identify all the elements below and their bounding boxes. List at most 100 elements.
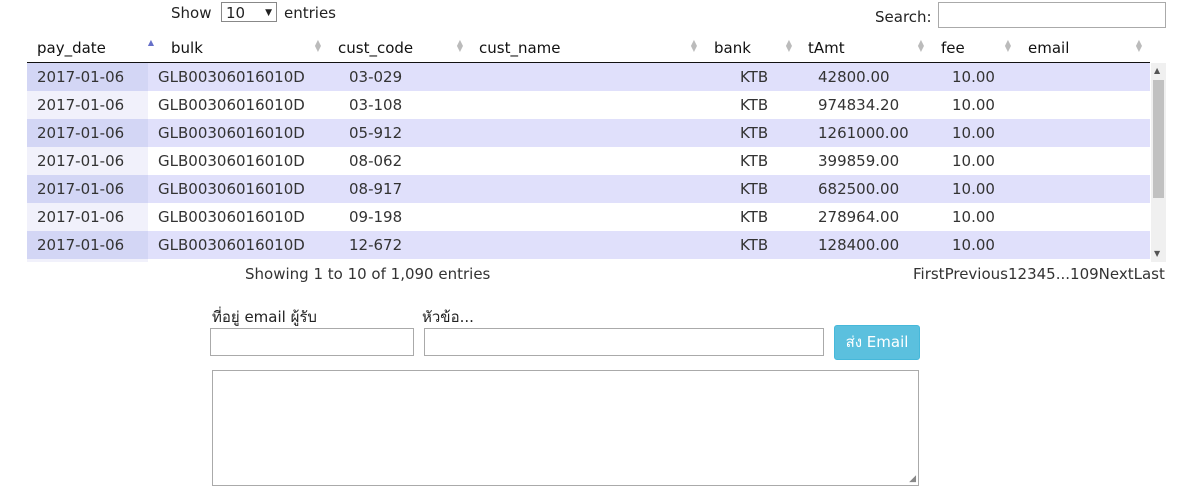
table-row[interactable]: 2017-01-06 GLB00306016010D 03-108 KTB 97… xyxy=(27,91,1150,119)
show-label: Show xyxy=(171,4,212,22)
cell-bank: KTB xyxy=(740,68,769,86)
subject-label: หัวข้อ... xyxy=(422,308,474,326)
recipient-email-input[interactable] xyxy=(210,328,414,356)
cell-tamt: 1261000.00 xyxy=(818,124,909,142)
entries-label: entries xyxy=(284,4,336,22)
cell-bank: KTB xyxy=(740,152,769,170)
cell-pay-date: 2017-01-06 xyxy=(37,236,125,254)
cell-cust-code: 08-917 xyxy=(349,180,403,198)
cell-tamt: 42800.00 xyxy=(818,68,890,86)
pager-page-109[interactable]: 109 xyxy=(1070,265,1099,283)
sort-both-icon[interactable]: ▲ ▼ xyxy=(785,39,793,53)
cell-tamt: 278964.00 xyxy=(818,208,900,226)
recipient-email-label: ที่อยู่ email ผู้รับ xyxy=(212,308,317,326)
sort-both-icon[interactable]: ▲ ▼ xyxy=(314,39,322,53)
cell-bulk: GLB00306016010D xyxy=(158,236,305,254)
scrollbar-thumb[interactable] xyxy=(1153,80,1164,198)
sort-both-icon[interactable]: ▲ ▼ xyxy=(1004,39,1012,53)
entries-per-page-value: 10 xyxy=(226,4,246,22)
pager-first[interactable]: First xyxy=(913,265,945,283)
sort-both-icon[interactable]: ▲ ▼ xyxy=(456,39,464,53)
cell-cust-code: 12-672 xyxy=(349,236,403,254)
cell-bulk: GLB00306016010D xyxy=(158,124,305,142)
column-header-bank[interactable]: bank xyxy=(714,39,751,57)
column-header-cust-name[interactable]: cust_name xyxy=(479,39,561,57)
table-row[interactable]: 2017-01-06 GLB00306016010D 08-062 KTB 39… xyxy=(27,147,1150,175)
scroll-up-icon[interactable]: ▲ xyxy=(1154,66,1160,75)
table-body: 2017-01-06 GLB00306016010D 03-029 KTB 42… xyxy=(27,63,1150,262)
column-header-bulk[interactable]: bulk xyxy=(171,39,203,57)
pager-page-5[interactable]: 5 xyxy=(1046,265,1056,283)
pager-page-1[interactable]: 1 xyxy=(1008,265,1018,283)
pagination: First Previous 1 2 3 4 5 ... 109 Next La… xyxy=(913,265,1165,283)
chevron-down-icon: ▼ xyxy=(265,8,272,18)
column-header-pay-date[interactable]: pay_date xyxy=(37,39,106,57)
cell-pay-date: 2017-01-06 xyxy=(37,180,125,198)
resize-handle-icon[interactable]: ◢ xyxy=(909,474,916,484)
search-input[interactable] xyxy=(938,2,1166,28)
table-row[interactable]: 2017-01-06 GLB00306016010D 12-672 KTB 12… xyxy=(27,231,1150,259)
table-info: Showing 1 to 10 of 1,090 entries xyxy=(245,265,491,283)
cell-cust-code: 03-029 xyxy=(349,68,403,86)
cell-bank: KTB xyxy=(740,236,769,254)
cell-bulk: GLB00306016010D xyxy=(158,152,305,170)
email-body-textarea[interactable]: ◢ xyxy=(212,370,919,486)
pager-page-2[interactable]: 2 xyxy=(1018,265,1028,283)
pager-last[interactable]: Last xyxy=(1134,265,1165,283)
cell-bulk: GLB00306016010D xyxy=(158,180,305,198)
cell-bulk: GLB00306016010D xyxy=(158,68,305,86)
cell-pay-date: 2017-01-06 xyxy=(37,96,125,114)
column-header-fee[interactable]: fee xyxy=(941,39,965,57)
subject-input[interactable] xyxy=(424,328,824,356)
send-email-button[interactable]: ส่ง Email xyxy=(834,325,920,360)
cell-pay-date: 2017-01-06 xyxy=(37,152,125,170)
sort-both-icon[interactable]: ▲ ▼ xyxy=(1135,39,1143,53)
cell-fee: 10.00 xyxy=(952,68,995,86)
sort-asc-icon[interactable]: ▲ xyxy=(147,39,155,47)
sort-both-icon[interactable]: ▲ ▼ xyxy=(690,39,698,53)
cell-pay-date: 2017-01-06 xyxy=(37,68,125,86)
cell-cust-code: 08-062 xyxy=(349,152,403,170)
table-row[interactable]: 2017-01-06 GLB00306016010D 09-198 KTB 27… xyxy=(27,203,1150,231)
cell-bulk: GLB00306016010D xyxy=(158,208,305,226)
vertical-scrollbar[interactable]: ▲ ▼ xyxy=(1151,63,1166,262)
cell-fee: 10.00 xyxy=(952,180,995,198)
table-header: pay_date ▲ bulk ▲ ▼ cust_code ▲ ▼ cust_nam… xyxy=(27,36,1150,63)
pager-page-3[interactable]: 3 xyxy=(1027,265,1037,283)
cell-cust-code: 03-108 xyxy=(349,96,403,114)
pager-next[interactable]: Next xyxy=(1099,265,1134,283)
cell-cust-code: 05-912 xyxy=(349,124,403,142)
cell-bulk: GLB00306016010D xyxy=(158,96,305,114)
cell-cust-code: 09-198 xyxy=(349,208,403,226)
cell-fee: 10.00 xyxy=(952,208,995,226)
cell-bank: KTB xyxy=(740,124,769,142)
table-row[interactable] xyxy=(27,259,1150,262)
column-header-email[interactable]: email xyxy=(1028,39,1069,57)
pager-page-4[interactable]: 4 xyxy=(1037,265,1047,283)
entries-per-page-select[interactable]: 10 ▼ xyxy=(221,2,277,22)
pager-previous[interactable]: Previous xyxy=(945,265,1008,283)
pager-ellipsis: ... xyxy=(1055,265,1071,283)
column-header-tamt[interactable]: tAmt xyxy=(808,39,845,57)
cell-bank: KTB xyxy=(740,180,769,198)
scroll-down-icon[interactable]: ▼ xyxy=(1154,249,1160,258)
table-row[interactable]: 2017-01-06 GLB00306016010D 08-917 KTB 68… xyxy=(27,175,1150,203)
column-header-cust-code[interactable]: cust_code xyxy=(338,39,413,57)
cell-fee: 10.00 xyxy=(952,124,995,142)
cell-pay-date: 2017-01-06 xyxy=(37,208,125,226)
cell-bank: KTB xyxy=(740,208,769,226)
cell-fee: 10.00 xyxy=(952,152,995,170)
cell-tamt: 974834.20 xyxy=(818,96,900,114)
sort-both-icon[interactable]: ▲ ▼ xyxy=(917,39,925,53)
cell-tamt: 128400.00 xyxy=(818,236,900,254)
cell-tamt: 682500.00 xyxy=(818,180,900,198)
cell-tamt: 399859.00 xyxy=(818,152,900,170)
table-row[interactable]: 2017-01-06 GLB00306016010D 03-029 KTB 42… xyxy=(27,63,1150,91)
cell-pay-date: 2017-01-06 xyxy=(37,124,125,142)
cell-bank: KTB xyxy=(740,96,769,114)
cell-fee: 10.00 xyxy=(952,96,995,114)
table-row[interactable]: 2017-01-06 GLB00306016010D 05-912 KTB 12… xyxy=(27,119,1150,147)
sorted-column-cell xyxy=(27,259,148,262)
search-label: Search: xyxy=(875,8,932,26)
cell-fee: 10.00 xyxy=(952,236,995,254)
